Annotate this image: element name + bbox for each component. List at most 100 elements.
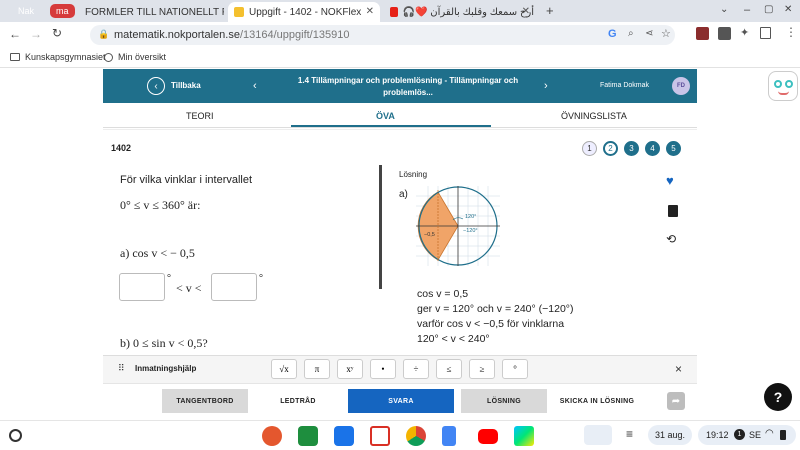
- tote-icon[interactable]: [584, 425, 612, 445]
- question-intro: För vilka vinklar i intervallet: [120, 174, 253, 186]
- mascot-icon[interactable]: [768, 71, 798, 101]
- new-tab-icon[interactable]: +: [546, 3, 554, 18]
- status-tray[interactable]: 19:12 1 SE ◠: [698, 425, 796, 445]
- tab-title: FORMLER TILL NATIONELLT PRO: [85, 6, 224, 18]
- url-input[interactable]: 🔒 matematik.nokportalen.se/13164/uppgift…: [90, 25, 675, 45]
- skicka-in-losning-button[interactable]: SKICKA IN LÖSNING: [554, 389, 640, 413]
- close-icon[interactable]: ×: [675, 362, 682, 376]
- bookmarks-bar: Kunskapsgymnasiet Min översikt: [0, 48, 800, 68]
- document-icon[interactable]: [668, 205, 678, 217]
- tab-ovningslista[interactable]: ÖVNINGSLISTA: [561, 111, 627, 121]
- browser-tab-active[interactable]: Uppgift - 1402 - NOKFlex ✕: [228, 2, 380, 22]
- page: ☰ ‹ Tillbaka ‹ 1.4 Tillämpningar och pro…: [0, 68, 800, 420]
- extension-icon[interactable]: [718, 27, 731, 40]
- key-ge[interactable]: ≥: [469, 359, 495, 379]
- svara-button[interactable]: SVARA: [348, 389, 454, 413]
- solution-line: ger v = 120° och v = 240° (−120°): [417, 303, 574, 315]
- ledtrad-button[interactable]: LEDTRÅD: [255, 389, 341, 413]
- close-icon[interactable]: ✕: [366, 6, 374, 17]
- battery-icon: [780, 430, 786, 440]
- bookmark-item[interactable]: Min översikt: [104, 52, 166, 62]
- classroom-app-icon[interactable]: [298, 426, 318, 446]
- locale: SE: [749, 430, 762, 440]
- chevron-right-icon[interactable]: ›: [544, 80, 548, 92]
- bookmark-item[interactable]: Kunskapsgymnasiet: [10, 52, 106, 62]
- key-le[interactable]: ≤: [436, 359, 462, 379]
- files-app-icon[interactable]: [334, 426, 354, 446]
- answer-input-upper[interactable]: [211, 273, 257, 301]
- folder-icon: [10, 53, 20, 61]
- share-arrow-icon[interactable]: ➦: [667, 392, 685, 410]
- back-arrow-icon[interactable]: ←: [9, 27, 21, 41]
- task-badge[interactable]: 2: [603, 141, 618, 156]
- docs-app-icon[interactable]: [442, 426, 456, 446]
- back-circle-icon[interactable]: ‹: [147, 77, 165, 95]
- tab-teori[interactable]: TEORI: [186, 111, 214, 121]
- tab-group-ma[interactable]: ma: [50, 4, 75, 18]
- forward-arrow-icon[interactable]: →: [30, 27, 42, 41]
- menu-kebab-icon[interactable]: ⋮: [785, 25, 797, 39]
- solution-line: cos v = 0,5: [417, 288, 469, 300]
- heart-icon[interactable]: ♥: [666, 173, 674, 188]
- tab-group-label: ma: [56, 6, 69, 16]
- key-power[interactable]: xʸ: [337, 359, 363, 379]
- browser-tab[interactable]: FORMLER TILL NATIONELLT PRO: [74, 2, 224, 22]
- star-icon[interactable]: ☆: [661, 27, 671, 40]
- google-icon[interactable]: G: [608, 28, 617, 40]
- playlist-icon[interactable]: ≡: [626, 427, 633, 441]
- task-badge[interactable]: 1: [582, 141, 597, 156]
- key-multiply[interactable]: •: [370, 359, 396, 379]
- date-pill[interactable]: 31 aug.: [648, 425, 692, 445]
- avatar[interactable]: FD: [672, 77, 690, 95]
- clock: 19:12: [706, 430, 729, 440]
- maximize-icon[interactable]: ▢: [764, 4, 773, 15]
- nok-icon: [234, 7, 244, 17]
- zoom-icon[interactable]: ⌕: [628, 28, 634, 39]
- key-pi[interactable]: π: [304, 359, 330, 379]
- launcher-icon[interactable]: [9, 429, 22, 442]
- tab-ova[interactable]: ÖVA: [376, 111, 395, 121]
- sidepanel-icon[interactable]: [760, 27, 771, 39]
- puzzle-icon[interactable]: ✦: [740, 26, 749, 39]
- chevron-down-icon[interactable]: ⌄: [720, 4, 728, 15]
- minimize-icon[interactable]: –: [744, 4, 750, 16]
- tangentbord-button[interactable]: TANGENTBORD: [162, 389, 248, 413]
- task-badge[interactable]: 3: [624, 141, 639, 156]
- browser-tab[interactable]: 🎧❤️ أرح سمعك وقلبك بالقرآن ✕: [384, 2, 534, 22]
- scrollbar[interactable]: [379, 165, 382, 289]
- chevron-left-icon[interactable]: ‹: [253, 80, 257, 92]
- dots-icon: ⠿: [118, 363, 125, 373]
- key-divide[interactable]: ÷: [403, 359, 429, 379]
- solution-heading: Lösning: [399, 170, 428, 179]
- os-shelf: ≡ 31 aug. 19:12 1 SE ◠: [0, 420, 800, 450]
- globe-icon: [104, 52, 113, 62]
- tab-title: Uppgift - 1402 - NOKFlex: [249, 6, 362, 18]
- reload-icon[interactable]: ↻: [52, 26, 62, 40]
- task-badge[interactable]: 5: [666, 141, 681, 156]
- task-badge[interactable]: 4: [645, 141, 660, 156]
- palette-app-icon[interactable]: [262, 426, 282, 446]
- key-degree[interactable]: °: [502, 359, 528, 379]
- gmail-app-icon[interactable]: [370, 426, 390, 446]
- tab-group-nak[interactable]: Nak: [12, 4, 40, 18]
- back-label[interactable]: Tillbaka: [171, 81, 201, 90]
- close-icon[interactable]: ✕: [522, 6, 530, 17]
- answer-input-lower[interactable]: [119, 273, 165, 301]
- youtube-app-icon[interactable]: [478, 429, 498, 444]
- play-store-app-icon[interactable]: [514, 426, 534, 446]
- losning-button[interactable]: LÖSNING: [461, 389, 547, 413]
- extension-icon[interactable]: [696, 27, 709, 40]
- solution-line: varför cos v < −0,5 för vinklarna: [417, 318, 565, 330]
- key-sqrt[interactable]: √x: [271, 359, 297, 379]
- sub-tabs: TEORI ÖVA ÖVNINGSLISTA: [103, 103, 697, 128]
- tab-group-label: Nak: [18, 6, 35, 16]
- wifi-icon: ◠: [765, 428, 774, 439]
- address-bar: ← → ↻ 🔒 matematik.nokportalen.se/13164/u…: [0, 22, 800, 48]
- history-icon[interactable]: ⟲: [666, 232, 676, 246]
- user-name: Fatima Dokmak: [600, 82, 650, 89]
- lock-icon: 🔒: [98, 29, 110, 39]
- close-window-icon[interactable]: ✕: [784, 4, 792, 15]
- help-icon[interactable]: ?: [764, 383, 792, 411]
- chrome-app-icon[interactable]: [406, 426, 426, 446]
- share-icon[interactable]: ⋖: [645, 28, 653, 39]
